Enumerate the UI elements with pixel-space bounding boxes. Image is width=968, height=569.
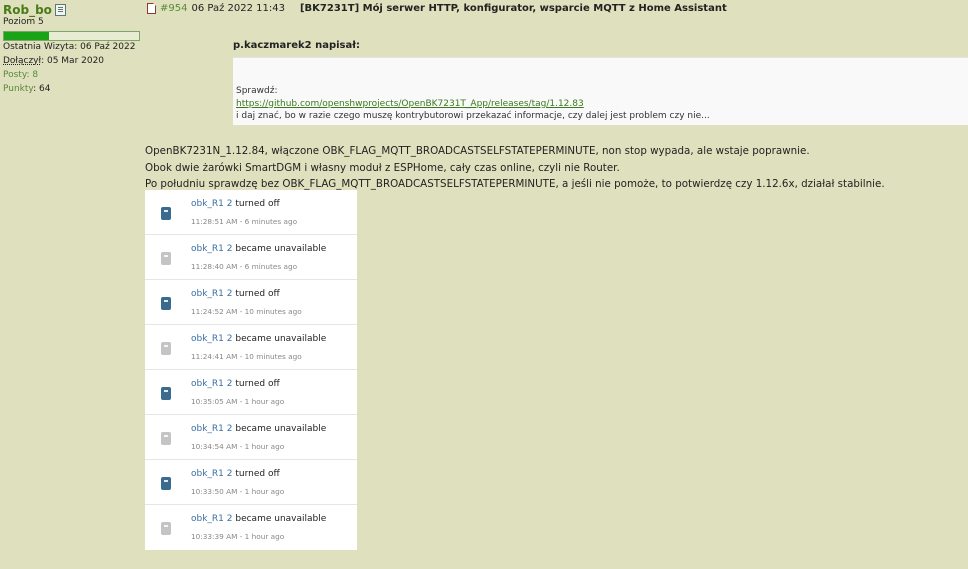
- quote-author: p.kaczmarek2 napisał:: [233, 40, 360, 51]
- switch-icon: [161, 522, 171, 535]
- entry-entity-name[interactable]: obk_R1 2: [191, 379, 233, 389]
- entry-time: 10:33:50 AM - 1 hour ago: [191, 487, 285, 496]
- posts-label[interactable]: Posty: [3, 70, 27, 80]
- switch-icon: [161, 207, 171, 220]
- joined-date: Dołączył: 05 Mar 2020: [3, 56, 104, 66]
- last-visit: Ostatnia Wizyta: 06 Paź 2022: [3, 42, 136, 52]
- quote-box: Sprawdź: https://github.com/openshwproje…: [233, 57, 968, 125]
- quote-content: Sprawdź: https://github.com/openshwproje…: [236, 85, 710, 123]
- entry-time: 10:34:54 AM - 1 hour ago: [191, 442, 285, 451]
- entry-time: 11:24:41 AM - 10 minutes ago: [191, 352, 302, 361]
- entry-action: turned off: [232, 199, 280, 209]
- entry-action: turned off: [232, 289, 280, 299]
- points-count: Punkty: 64: [3, 84, 50, 94]
- profile-card-icon[interactable]: [54, 4, 66, 16]
- author-username[interactable]: Rob_bo: [3, 3, 66, 17]
- posts-count[interactable]: Posty: 8: [3, 70, 38, 80]
- rank-progress-bar: [3, 31, 140, 41]
- entry-title: obk_R1 2 turned off: [191, 289, 280, 299]
- entry-title: obk_R1 2 became unavailable: [191, 424, 326, 434]
- posts-value[interactable]: : 8: [27, 70, 39, 80]
- entry-time: 11:28:40 AM - 6 minutes ago: [191, 262, 298, 271]
- post-title: [BK7231T] Mój serwer HTTP, konfigurator,…: [299, 3, 727, 14]
- entry-title: obk_R1 2 turned off: [191, 379, 280, 389]
- switch-icon: [161, 387, 171, 400]
- switch-icon: [161, 297, 171, 310]
- entry-time: 11:28:51 AM - 6 minutes ago: [191, 217, 298, 226]
- rank-progress-fill: [4, 32, 49, 40]
- logbook-entry: obk_R1 2 turned off 11:24:52 AM - 10 minu…: [145, 280, 357, 325]
- entry-title: obk_R1 2 turned off: [191, 469, 280, 479]
- logbook-entry: obk_R1 2 turned off 10:33:50 AM - 1 hour …: [145, 460, 357, 505]
- post-body-line-1: OpenBK7231N_1.12.84, włączone OBK_FLAG_M…: [145, 145, 810, 157]
- post-document-icon: [147, 3, 156, 14]
- switch-icon: [161, 342, 171, 355]
- points-label[interactable]: Punkty: [3, 84, 33, 94]
- entry-time: 10:33:39 AM - 1 hour ago: [191, 532, 285, 541]
- entry-action: became unavailable: [232, 424, 327, 434]
- entry-action: became unavailable: [232, 244, 327, 254]
- post-header: #954 06 Paź 2022 11:43 [BK7231T] Mój ser…: [147, 3, 727, 14]
- entry-entity-name[interactable]: obk_R1 2: [191, 244, 233, 254]
- quote-line-1: Sprawdź:: [236, 86, 278, 96]
- joined-value: : 05 Mar 2020: [41, 56, 105, 66]
- logbook-entry: obk_R1 2 became unavailable 11:28:40 AM -…: [145, 235, 357, 280]
- entry-time: 11:24:52 AM - 10 minutes ago: [191, 307, 302, 316]
- post-date: 06 Paź 2022 11:43: [191, 3, 285, 14]
- entry-action: turned off: [232, 469, 280, 479]
- logbook-entry: obk_R1 2 became unavailable 10:33:39 AM -…: [145, 505, 357, 550]
- entry-action: became unavailable: [232, 334, 327, 344]
- entry-time: 10:35:05 AM - 1 hour ago: [191, 397, 285, 406]
- post-body-line-2: Obok dwie żarówki SmartDGM i własny modu…: [145, 161, 620, 174]
- entry-entity-name[interactable]: obk_R1 2: [191, 424, 233, 434]
- points-value: : 64: [33, 84, 51, 94]
- logbook-entry: obk_R1 2 became unavailable 10:34:54 AM -…: [145, 415, 357, 460]
- entry-entity-name[interactable]: obk_R1 2: [191, 199, 233, 209]
- logbook-entry: obk_R1 2 turned off 10:35:05 AM - 1 hour …: [145, 370, 357, 415]
- entry-entity-name[interactable]: obk_R1 2: [191, 469, 233, 479]
- entry-title: obk_R1 2 became unavailable: [191, 334, 326, 344]
- switch-icon: [161, 477, 171, 490]
- switch-icon: [161, 252, 171, 265]
- author-rank: Poziom 5: [3, 17, 44, 27]
- joined-label: Dołączył: [3, 56, 42, 66]
- quote-line-3: i daj znać, bo w razie czego muszę kontr…: [236, 111, 710, 121]
- entry-title: obk_R1 2 became unavailable: [191, 244, 326, 254]
- entry-action: became unavailable: [232, 514, 327, 524]
- post-number-link[interactable]: #954: [160, 3, 187, 14]
- entry-action: turned off: [232, 379, 280, 389]
- entry-entity-name[interactable]: obk_R1 2: [191, 334, 233, 344]
- logbook-entry: obk_R1 2 turned off 11:28:51 AM - 6 minut…: [145, 190, 357, 235]
- entry-entity-name[interactable]: obk_R1 2: [191, 289, 233, 299]
- username-text[interactable]: Rob_bo: [3, 3, 52, 17]
- logbook-entry: obk_R1 2 became unavailable 11:24:41 AM -…: [145, 325, 357, 370]
- switch-icon: [161, 432, 171, 445]
- entry-title: obk_R1 2 turned off: [191, 199, 280, 209]
- logbook-screenshot: obk_R1 2 turned off 11:28:51 AM - 6 minut…: [145, 190, 357, 550]
- post-body: OpenBK7231N_1.12.84, włączone OBK_FLAG_M…: [145, 143, 885, 193]
- release-link[interactable]: https://github.com/openshwprojects/OpenB…: [236, 99, 584, 109]
- entry-title: obk_R1 2 became unavailable: [191, 514, 326, 524]
- entry-entity-name[interactable]: obk_R1 2: [191, 514, 233, 524]
